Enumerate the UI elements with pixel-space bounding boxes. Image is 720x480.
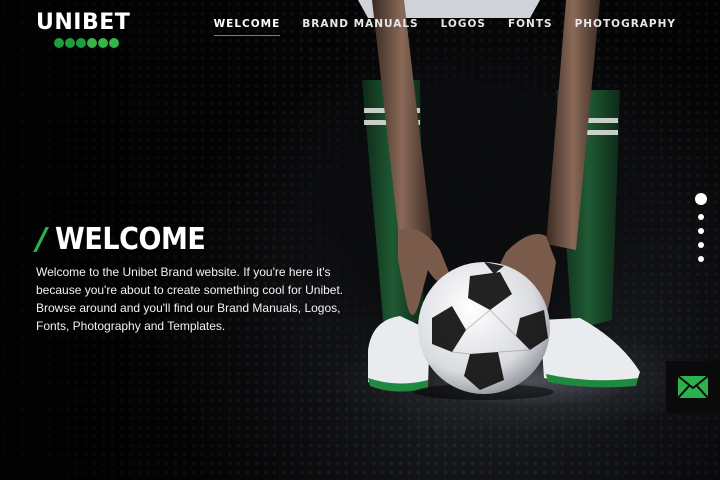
slide-pagination	[694, 193, 708, 262]
nav-item-welcome[interactable]: WELCOME	[213, 18, 281, 36]
logo-wordmark: UNIBET	[36, 10, 131, 35]
hero-description: Welcome to the Unibet Brand website. If …	[36, 265, 344, 333]
nav-item-photography[interactable]: PHOTOGRAPHY	[575, 18, 676, 36]
page-title: WELCOME	[54, 222, 206, 257]
pagination-dot-4[interactable]	[698, 242, 704, 248]
main-nav: WELCOME BRAND MANUALS LOGOS FONTS PHOTOG…	[213, 18, 676, 36]
pagination-dot-3[interactable]	[698, 228, 704, 234]
nav-item-fonts[interactable]: FONTS	[508, 18, 553, 36]
hero-heading: / WELCOME	[36, 222, 222, 257]
heading-slash: /	[36, 222, 47, 257]
nav-item-brand-manuals[interactable]: BRAND MANUALS	[302, 18, 418, 36]
logo-dots	[54, 38, 146, 48]
unibet-logo[interactable]: UNIBET	[36, 10, 146, 50]
nav-item-logos[interactable]: LOGOS	[441, 18, 486, 36]
logo-dot	[76, 38, 86, 48]
logo-dot	[109, 38, 119, 48]
logo-dot	[54, 38, 64, 48]
logo-dot	[98, 38, 108, 48]
logo-dot	[87, 38, 97, 48]
pagination-dot-2[interactable]	[698, 214, 704, 220]
pagination-dot-1[interactable]	[695, 193, 707, 205]
pagination-dot-5[interactable]	[698, 256, 704, 262]
logo-dot	[65, 38, 75, 48]
contact-mail-button[interactable]	[666, 361, 720, 413]
mail-icon	[678, 376, 708, 398]
